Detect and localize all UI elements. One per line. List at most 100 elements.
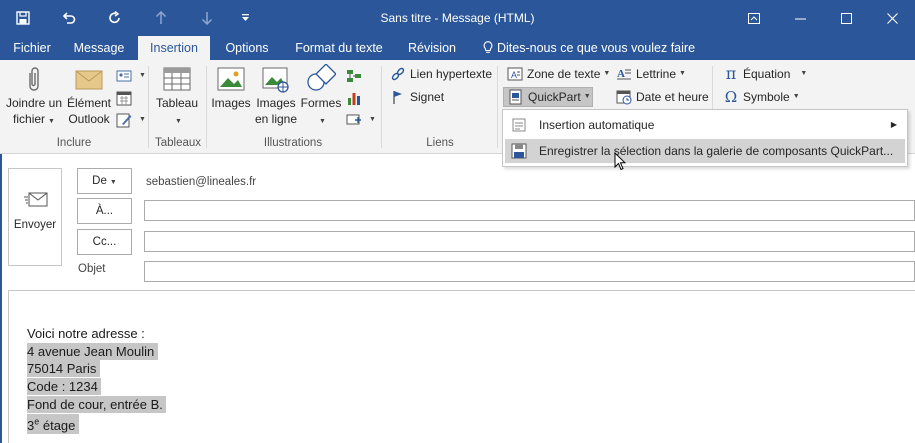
outlook-item-label-1: Élément	[66, 96, 112, 110]
calendar-icon	[116, 90, 132, 106]
shapes-caret: ▼	[319, 118, 326, 125]
drop-cap-label: Lettrine	[636, 67, 677, 81]
attach-file-label-1: Joindre un	[5, 96, 63, 110]
date-time-icon	[616, 89, 632, 105]
attach-file-label-2: fichier ▼	[13, 112, 55, 126]
outlook-item-button[interactable]: Élément Outlook	[64, 64, 114, 127]
body-line-selected: Code : 1234	[27, 378, 102, 395]
quickpart-label: QuickPart	[528, 90, 581, 104]
bar-chart-icon	[346, 90, 362, 106]
cc-field[interactable]	[144, 231, 915, 252]
table-caret: ▼	[175, 118, 182, 125]
tab-format-du-texte[interactable]: Format du texte	[286, 36, 392, 60]
shapes-button[interactable]: Formes ▼	[299, 64, 343, 130]
quickpart-button[interactable]: QuickPart ▼	[503, 87, 593, 107]
subject-field[interactable]	[144, 261, 915, 282]
date-time-label: Date et heure	[636, 90, 709, 104]
cc-button[interactable]: Cc...	[77, 229, 132, 255]
tab-message[interactable]: Message	[66, 36, 132, 60]
tab-options[interactable]: Options	[216, 36, 278, 60]
window-controls	[731, 0, 915, 36]
save-to-gallery-icon	[511, 143, 527, 159]
signature-button[interactable]: ▼	[116, 110, 146, 130]
ribbon-tabs: Fichier Message Insertion Options Format…	[0, 36, 915, 60]
drop-cap-button[interactable]: A Lettrine ▼	[616, 64, 686, 84]
picture-icon	[216, 64, 246, 92]
close-icon[interactable]	[869, 0, 915, 36]
text-box-icon: A	[507, 66, 523, 82]
chart-button[interactable]	[346, 88, 366, 108]
business-card-button[interactable]: ▼	[116, 66, 146, 86]
calendar-button[interactable]	[116, 88, 136, 108]
tab-revision[interactable]: Révision	[398, 36, 466, 60]
table-button[interactable]: Tableau ▼	[152, 64, 202, 130]
autotext-icon	[511, 117, 527, 133]
symbol-label: Symbole	[743, 90, 790, 104]
group-label-illustrations: Illustrations	[263, 137, 323, 149]
lightbulb-icon	[483, 36, 493, 60]
from-address: sebastien@lineales.fr	[146, 176, 257, 188]
group-separator	[148, 66, 149, 148]
group-label-inclure: Inclure	[56, 137, 92, 149]
text-box-label: Zone de texte	[527, 67, 601, 81]
svg-text:A: A	[511, 70, 517, 80]
hyperlink-icon	[390, 66, 406, 82]
online-images-label-1: Images	[256, 96, 296, 110]
from-label: De	[92, 175, 107, 187]
from-button[interactable]: De ▼	[77, 168, 132, 194]
group-separator	[381, 66, 382, 148]
to-field[interactable]	[144, 200, 915, 221]
screenshot-button[interactable]: ▼	[346, 110, 376, 130]
body-line: Voici notre adresse :	[27, 326, 145, 341]
quickpart-icon	[508, 89, 524, 105]
signature-pen-icon	[116, 112, 132, 128]
smartart-button[interactable]	[346, 66, 366, 86]
body-line-selected: Fond de cour, entrée B.	[27, 396, 167, 413]
body-line-selected: 75014 Paris	[27, 360, 100, 377]
table-icon	[162, 64, 192, 92]
pi-icon: π	[725, 64, 737, 83]
send-envelope-icon	[24, 191, 48, 208]
equation-label: Équation	[743, 67, 791, 81]
hyperlink-label: Lien hypertexte	[410, 67, 493, 81]
online-images-label-2: en ligne	[254, 112, 298, 126]
to-button[interactable]: À...	[77, 198, 132, 224]
ribbon-display-options-icon[interactable]	[731, 0, 777, 36]
send-label: Envoyer	[13, 219, 57, 231]
attach-file-button[interactable]: Joindre un fichier ▼	[4, 64, 64, 130]
envelope-icon	[74, 64, 104, 92]
mouse-cursor-icon	[614, 152, 626, 171]
omega-icon: Ω	[724, 88, 738, 106]
menu-item-insertion-automatique[interactable]: Insertion automatique ▶	[505, 113, 905, 137]
message-body[interactable]: Voici notre adresse : 4 avenue Jean Moul…	[8, 290, 915, 443]
hyperlink-button[interactable]: Lien hypertexte	[390, 64, 492, 84]
tell-me-box[interactable]: Dites-nous ce que vous voulez faire	[483, 36, 695, 60]
table-label: Tableau	[155, 96, 199, 110]
quickpart-menu: Insertion automatique ▶ Enregistrer la s…	[502, 109, 908, 167]
equation-button[interactable]: π Équation ▼	[723, 64, 808, 84]
svg-text:A: A	[617, 68, 625, 80]
bookmark-label: Signet	[410, 90, 445, 104]
symbol-button[interactable]: Ω Symbole ▼	[723, 87, 800, 107]
date-time-button[interactable]: Date et heure	[616, 87, 709, 107]
body-line-text: 3e étage	[27, 417, 80, 434]
tab-insertion[interactable]: Insertion	[138, 36, 210, 60]
minimize-icon[interactable]	[777, 0, 823, 36]
business-card-icon	[116, 68, 132, 84]
outlook-item-label-2: Outlook	[68, 112, 110, 126]
maximize-icon[interactable]	[823, 0, 869, 36]
online-images-button[interactable]: Images en ligne	[253, 64, 299, 127]
group-label-liens: Liens	[426, 137, 454, 149]
text-box-button[interactable]: A Zone de texte ▼	[507, 64, 610, 84]
submenu-arrow-icon: ▶	[890, 120, 897, 129]
paperclip-icon	[19, 64, 49, 92]
body-line-selected: 4 avenue Jean Moulin	[27, 343, 158, 360]
tab-fichier[interactable]: Fichier	[4, 36, 60, 60]
menu-item-save-selection-quickpart[interactable]: Enregistrer la sélection dans la galerie…	[505, 139, 905, 163]
bookmark-flag-icon	[390, 89, 406, 105]
online-picture-icon	[261, 64, 291, 93]
group-separator	[206, 66, 207, 148]
send-button[interactable]: Envoyer	[8, 168, 62, 266]
images-button[interactable]: Images	[209, 64, 253, 111]
bookmark-button[interactable]: Signet	[390, 87, 444, 107]
